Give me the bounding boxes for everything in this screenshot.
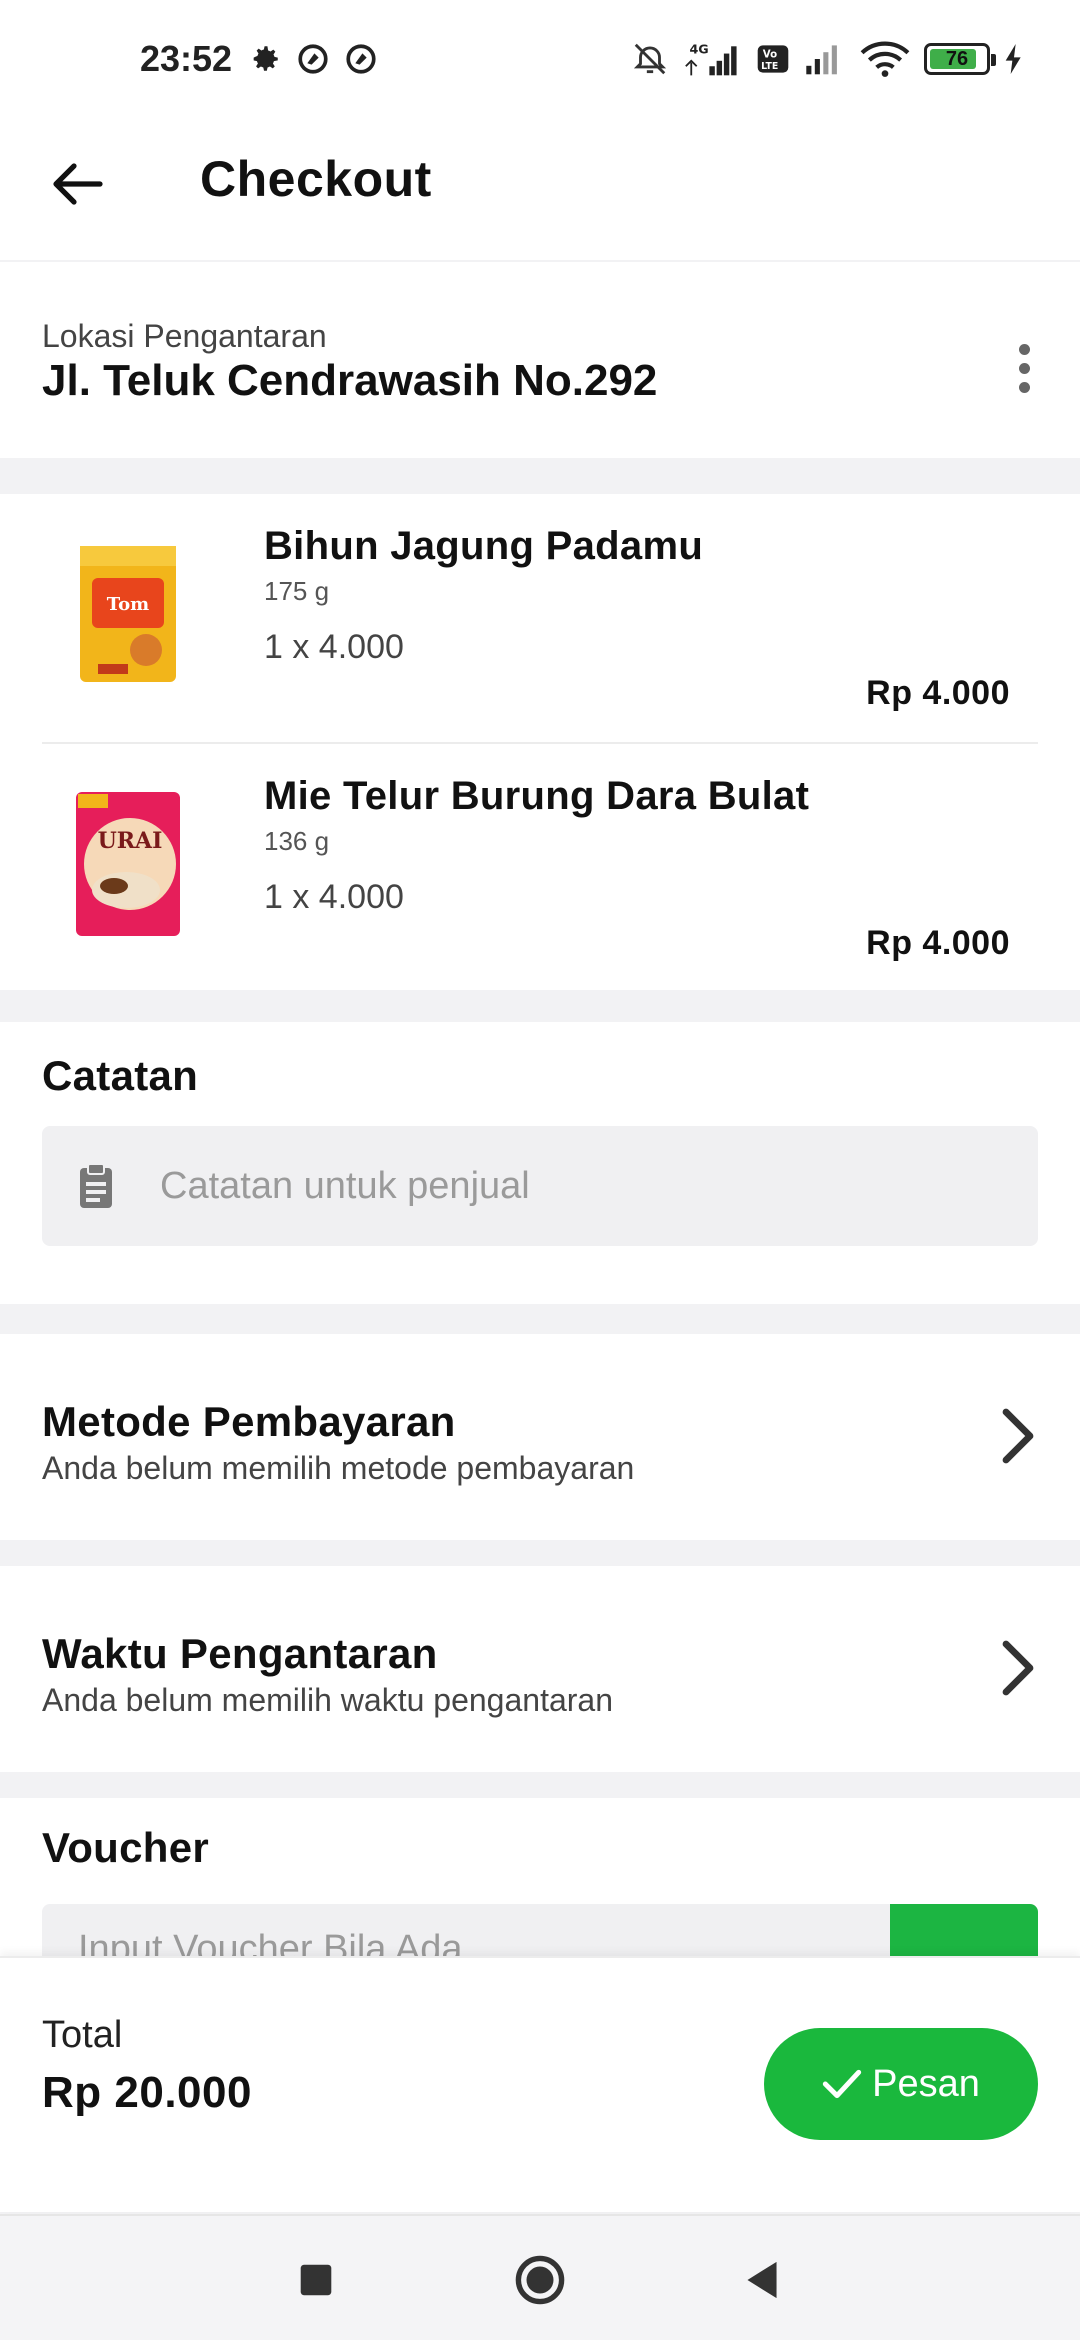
wifi-icon — [860, 41, 910, 77]
notes-section: Catatan — [0, 1022, 1080, 1304]
voucher-section: Voucher Input Voucher Bila Ada — [0, 1798, 1080, 1958]
notes-input-container[interactable] — [42, 1126, 1038, 1246]
item-name: Bihun Jagung Padamu — [264, 524, 704, 568]
arrow-left-icon — [53, 163, 103, 205]
payment-method-title: Metode Pembayaran — [42, 1398, 456, 1445]
check-icon — [822, 2069, 862, 2099]
volte-icon: VoLTE — [757, 45, 789, 73]
status-bar: 23:52 4G Vo LTE 76 — [0, 0, 1080, 120]
voucher-input[interactable]: Input Voucher Bila Ada — [42, 1904, 890, 1958]
page-title: Checkout — [200, 151, 432, 207]
triangle-back-icon — [747, 2261, 777, 2299]
vpn-icon — [346, 44, 376, 74]
item-quantity-price: 1 x 4.000 — [264, 628, 404, 666]
chevron-right-icon — [1002, 1640, 1034, 1696]
notes-input[interactable] — [160, 1164, 940, 1208]
more-vertical-icon-dot — [1018, 362, 1030, 374]
item-quantity-price: 1 x 4.000 — [264, 878, 404, 916]
more-options-button[interactable] — [1004, 328, 1044, 408]
home-button[interactable] — [512, 2252, 568, 2308]
item-total: Rp 4.000 — [866, 924, 1010, 962]
total-label: Total — [42, 2014, 123, 2056]
battery-icon: 76 — [924, 43, 996, 75]
svg-text:Tom: Tom — [107, 594, 149, 615]
order-button[interactable]: Pesan — [764, 2028, 1038, 2140]
delivery-location-label: Lokasi Pengantaran — [42, 318, 327, 354]
item-weight: 175 g — [264, 576, 330, 606]
voucher-apply-button[interactable] — [890, 1904, 1038, 1958]
battery-level: 76 — [945, 47, 969, 70]
svg-text:LTE: LTE — [761, 61, 778, 72]
checkout-footer: Total Rp 20.000 Pesan — [0, 1956, 1080, 2212]
list-item[interactable]: URAI Mie Telur Burung Dara Bulat 136 g 1… — [42, 742, 1038, 990]
alarm-off-icon — [633, 43, 667, 75]
status-icons-left — [248, 42, 378, 76]
app-bar: Checkout — [0, 120, 1080, 260]
product-image: URAI — [68, 784, 188, 944]
svg-text:Vo: Vo — [763, 49, 777, 60]
more-vertical-icon — [1018, 343, 1030, 355]
settings-icon — [253, 46, 278, 71]
system-navigation-bar — [0, 2214, 1080, 2340]
signal-icon — [806, 45, 837, 75]
delivery-time-subtitle: Anda belum memilih waktu pengantaran — [42, 1682, 613, 1718]
notes-title: Catatan — [42, 1052, 199, 1099]
item-total: Rp 4.000 — [866, 674, 1010, 712]
status-time: 23:52 — [140, 38, 233, 79]
charging-icon — [1005, 44, 1021, 74]
order-button-label: Pesan — [872, 2062, 980, 2105]
delivery-time-title: Waktu Pengantaran — [42, 1630, 438, 1677]
vpn-icon — [298, 44, 328, 74]
item-weight: 136 g — [264, 826, 330, 856]
svg-text:URAI: URAI — [98, 828, 163, 854]
item-name: Mie Telur Burung Dara Bulat — [264, 774, 810, 818]
signal-4g-icon: 4G — [685, 42, 737, 76]
chevron-right-icon — [1002, 1408, 1034, 1464]
svg-text:4G: 4G — [689, 42, 708, 57]
clipboard-icon — [80, 1163, 112, 1208]
delivery-address: Jl. Teluk Cendrawasih No.292 — [42, 356, 658, 405]
square-icon — [300, 2264, 332, 2296]
more-vertical-icon-dot — [1018, 381, 1030, 393]
home-circle-icon — [515, 2255, 565, 2305]
list-item[interactable]: Tom Bihun Jagung Padamu 175 g 1 x 4.000 … — [42, 494, 1038, 742]
voucher-title: Voucher — [42, 1824, 210, 1871]
payment-method-subtitle: Anda belum memilih metode pembayaran — [42, 1450, 635, 1486]
back-nav-button[interactable] — [734, 2252, 790, 2308]
status-icons-right: 4G Vo LTE 76 — [630, 40, 1024, 78]
delivery-time-row[interactable]: Waktu Pengantaran Anda belum memilih wak… — [0, 1566, 1080, 1772]
recents-button[interactable] — [288, 2252, 344, 2308]
back-button[interactable] — [42, 148, 114, 220]
payment-method-row[interactable]: Metode Pembayaran Anda belum memilih met… — [0, 1334, 1080, 1540]
product-image: Tom — [68, 534, 188, 694]
voucher-placeholder: Input Voucher Bila Ada — [78, 1927, 463, 1959]
cart-items: Tom Bihun Jagung Padamu 175 g 1 x 4.000 … — [0, 494, 1080, 990]
delivery-location-card[interactable]: Lokasi Pengantaran Jl. Teluk Cendrawasih… — [0, 262, 1080, 458]
total-value: Rp 20.000 — [42, 2068, 252, 2117]
